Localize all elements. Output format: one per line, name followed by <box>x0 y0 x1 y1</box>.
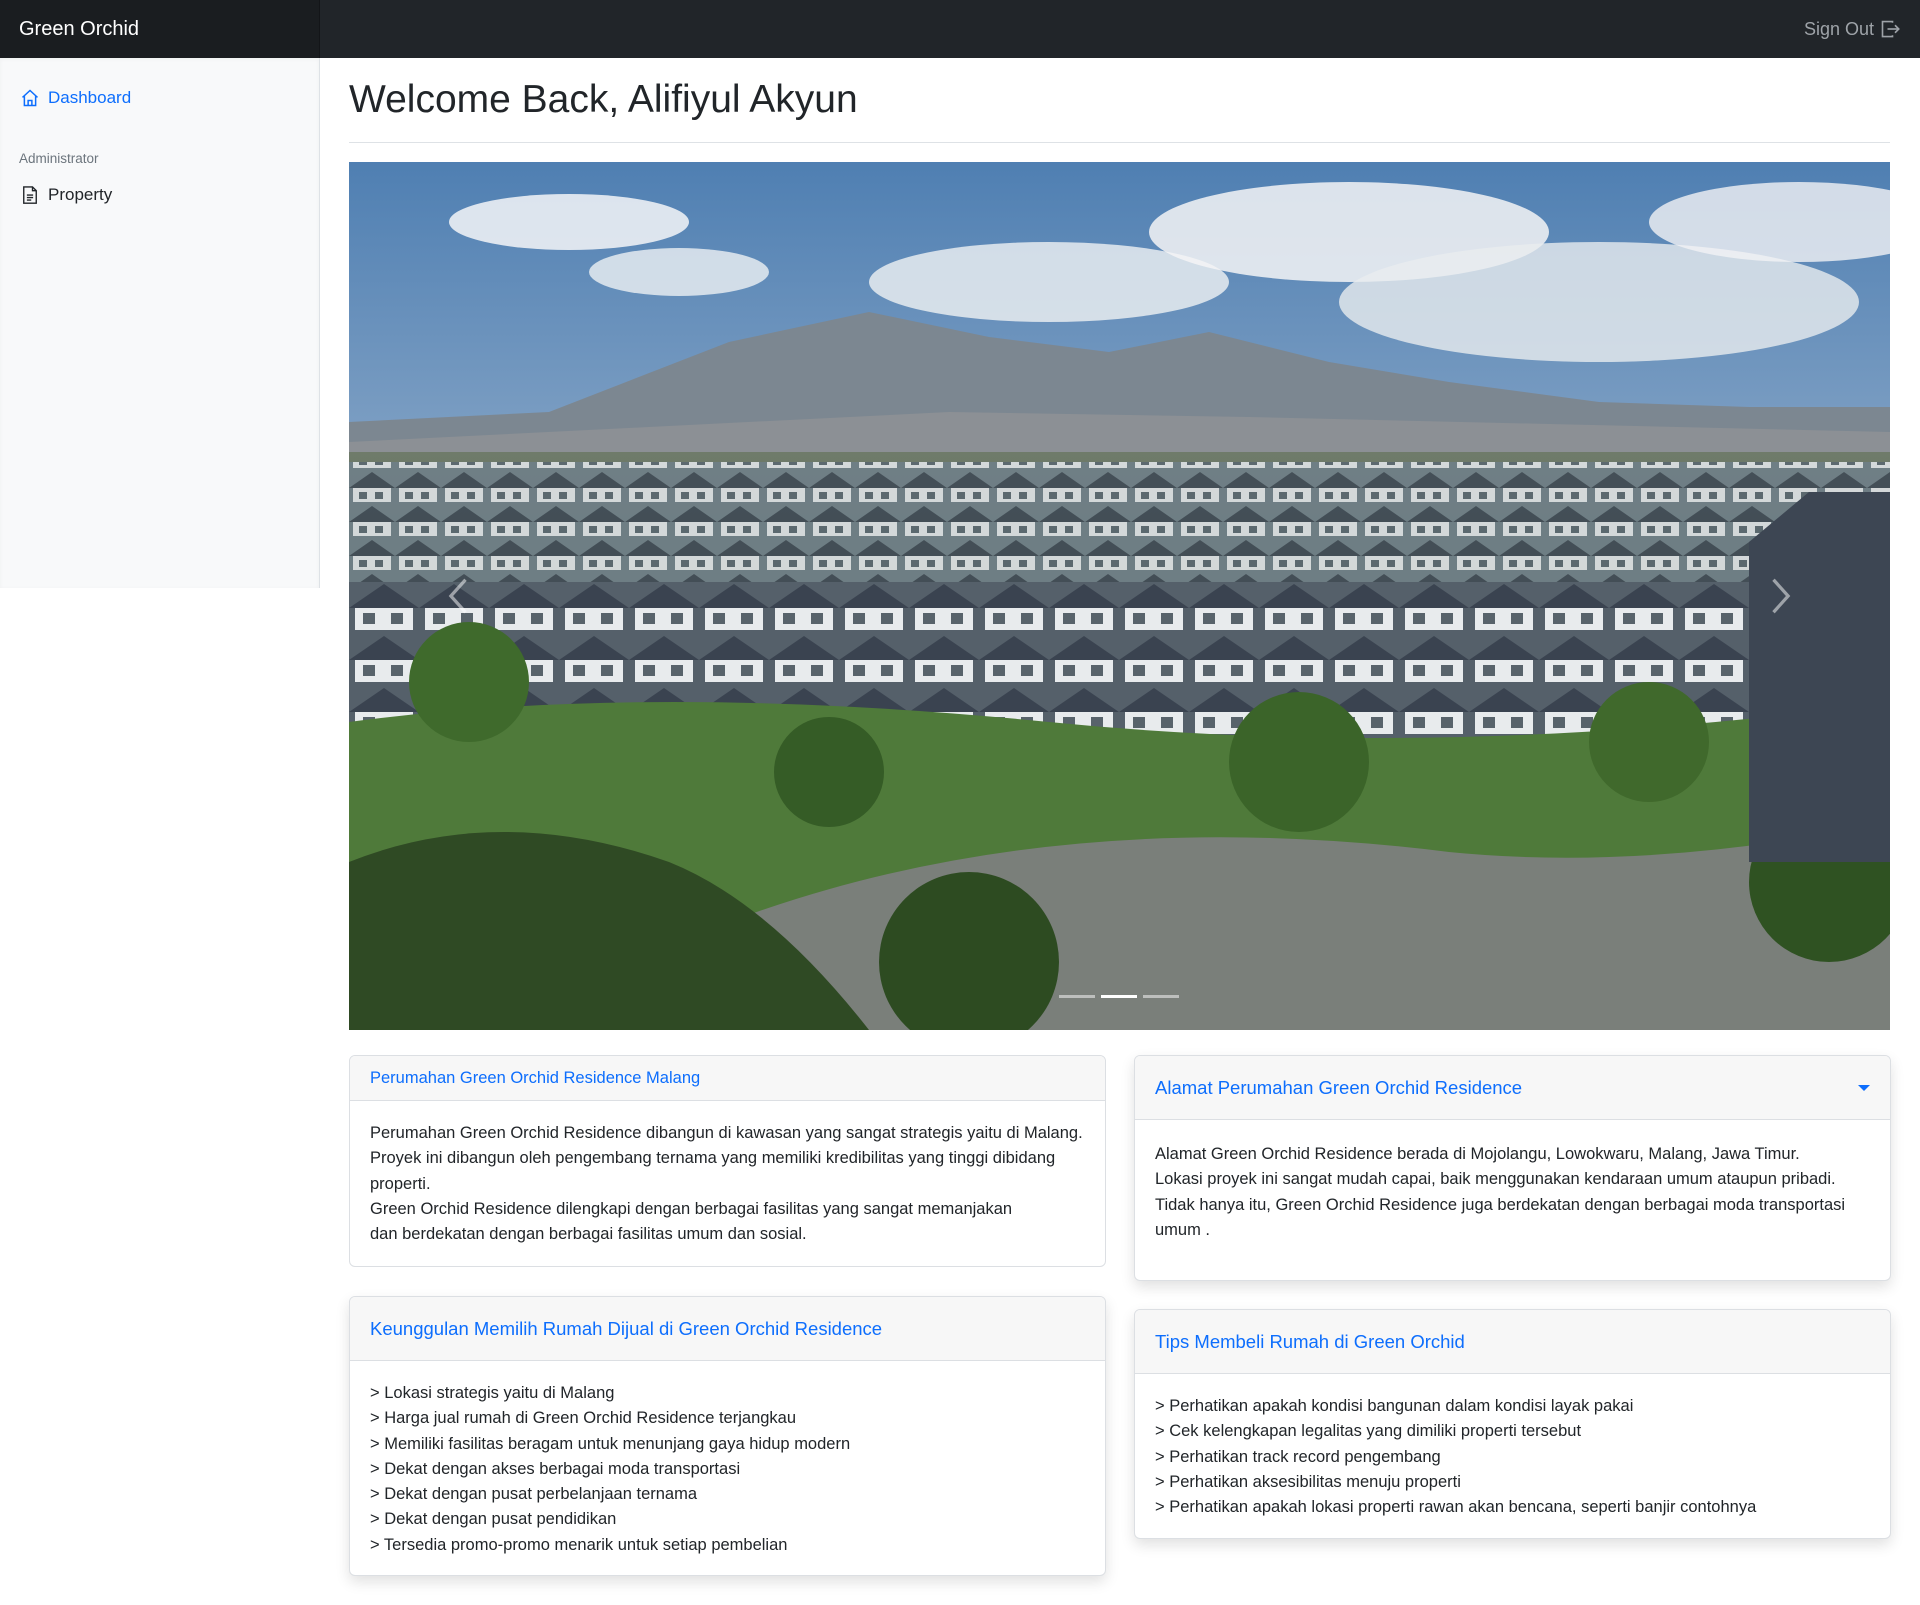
carousel-next-button[interactable] <box>1720 162 1840 1030</box>
house-icon <box>21 89 39 107</box>
sidebar: Dashboard Administrator Property <box>0 58 320 588</box>
list-item: > Dekat dengan akses berbagai moda trans… <box>370 1459 741 1478</box>
carousel-prev-button[interactable] <box>399 162 519 1030</box>
card-body: > Lokasi strategis yaitu di Malang > Har… <box>350 1361 1105 1575</box>
list-item: > Harga jual rumah di Green Orchid Resid… <box>370 1409 797 1428</box>
card-text-line: properti. <box>370 1174 431 1193</box>
list-item: > Perhatikan aksesibilitas menuju proper… <box>1155 1472 1461 1491</box>
card-text-line: Proyek ini dibangun oleh pengembang tern… <box>370 1149 1056 1168</box>
card-header: Keunggulan Memilih Rumah Dijual di Green… <box>350 1297 1105 1361</box>
carousel-indicator[interactable] <box>1059 995 1095 998</box>
card-body: Alamat Green Orchid Residence berada di … <box>1135 1120 1890 1263</box>
card-text-line: dan berdekatan dengan berbagai fasilitas… <box>370 1225 807 1244</box>
card-text-line: Lokasi proyek ini sangat mudah capai, ba… <box>1155 1170 1836 1189</box>
hero-image <box>349 162 1890 1030</box>
card-text-line: Green Orchid Residence dilengkapi dengan… <box>370 1199 1013 1218</box>
advantages-card: Keunggulan Memilih Rumah Dijual di Green… <box>349 1296 1106 1576</box>
caret-down-icon[interactable] <box>1858 1084 1870 1091</box>
card-header: Tips Membeli Rumah di Green Orchid <box>1135 1310 1890 1374</box>
list-item: > Dekat dengan pusat pendidikan <box>370 1510 617 1529</box>
sidebar-item-dashboard[interactable]: Dashboard <box>0 78 320 118</box>
list-item: > Perhatikan apakah lokasi properti rawa… <box>1155 1498 1757 1517</box>
chevron-right-icon <box>1772 578 1791 614</box>
card-header: Perumahan Green Orchid Residence Malang <box>350 1056 1105 1101</box>
chevron-left-icon <box>448 578 467 614</box>
tips-card: Tips Membeli Rumah di Green Orchid > Per… <box>1134 1309 1891 1539</box>
sidebar-item-label: Property <box>48 185 113 204</box>
sign-out-link[interactable]: Sign Out <box>1804 0 1900 58</box>
card-text-line: Perumahan Green Orchid Residence dibangu… <box>370 1124 1083 1142</box>
carousel-indicator[interactable] <box>1143 995 1179 998</box>
list-item: > Dekat dengan pusat perbelanjaan ternam… <box>370 1485 698 1504</box>
sign-out-label: Sign Out <box>1803 19 1874 39</box>
card-text-line: Alamat Green Orchid Residence berada di … <box>1155 1145 1800 1163</box>
list-item: > Perhatikan apakah kondisi bangunan dal… <box>1155 1397 1634 1415</box>
tips-card-title: Tips Membeli Rumah di Green Orchid <box>1155 1330 1465 1352</box>
file-text-icon <box>23 186 37 204</box>
sidebar-item-property[interactable]: Property <box>0 175 320 215</box>
list-item: > Lokasi strategis yaitu di Malang <box>370 1384 615 1402</box>
brand-name[interactable]: Green Orchid <box>0 0 320 58</box>
carousel-indicators <box>1059 995 1179 998</box>
card-text-line: Tidak hanya itu, Green Orchid Residence … <box>1155 1195 1846 1214</box>
address-card: Alamat Perumahan Green Orchid Residence … <box>1134 1055 1891 1281</box>
list-item: > Cek kelengkapan legalitas yang dimilik… <box>1155 1422 1582 1441</box>
card-body: > Perhatikan apakah kondisi bangunan dal… <box>1135 1374 1890 1538</box>
sign-out-icon <box>1881 20 1900 38</box>
list-item: > Memiliki fasilitas beragam untuk menun… <box>370 1434 851 1453</box>
intro-card: Perumahan Green Orchid Residence Malang … <box>349 1055 1106 1267</box>
carousel-indicator-active[interactable] <box>1101 995 1137 998</box>
sidebar-heading: Administrator <box>19 151 99 166</box>
sidebar-item-label: Dashboard <box>48 88 132 107</box>
list-item: > Tersedia promo-promo menarik untuk set… <box>370 1535 788 1554</box>
hero-carousel[interactable] <box>349 162 1890 1030</box>
top-navbar: Green Orchid Sign Out <box>0 0 1920 58</box>
divider <box>349 142 1890 143</box>
intro-card-title: Perumahan Green Orchid Residence Malang <box>370 1068 701 1087</box>
card-header[interactable]: Alamat Perumahan Green Orchid Residence <box>1135 1056 1890 1120</box>
advantages-card-title: Keunggulan Memilih Rumah Dijual di Green… <box>370 1317 883 1339</box>
card-body: Perumahan Green Orchid Residence dibangu… <box>350 1101 1105 1266</box>
address-card-title: Alamat Perumahan Green Orchid Residence <box>1155 1076 1523 1098</box>
list-item: > Perhatikan track record pengembang <box>1155 1447 1441 1466</box>
page-title: Welcome Back, Alifiyul Akyun <box>349 78 858 121</box>
card-text-line: umum . <box>1155 1220 1211 1239</box>
